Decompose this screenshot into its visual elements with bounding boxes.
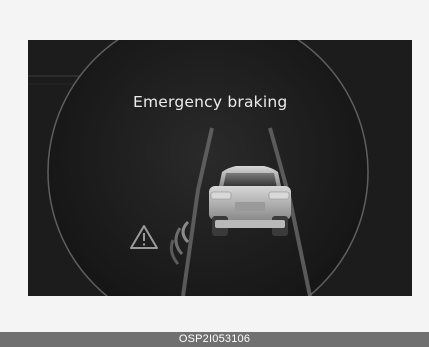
image-code-caption: OSP2I053106 xyxy=(0,332,429,347)
gauge-circle xyxy=(47,40,369,296)
display-graphics xyxy=(28,40,369,296)
car-rear-icon xyxy=(209,166,291,236)
emergency-braking-message: Emergency braking xyxy=(133,93,288,111)
cluster-display: Emergency braking xyxy=(28,40,412,296)
